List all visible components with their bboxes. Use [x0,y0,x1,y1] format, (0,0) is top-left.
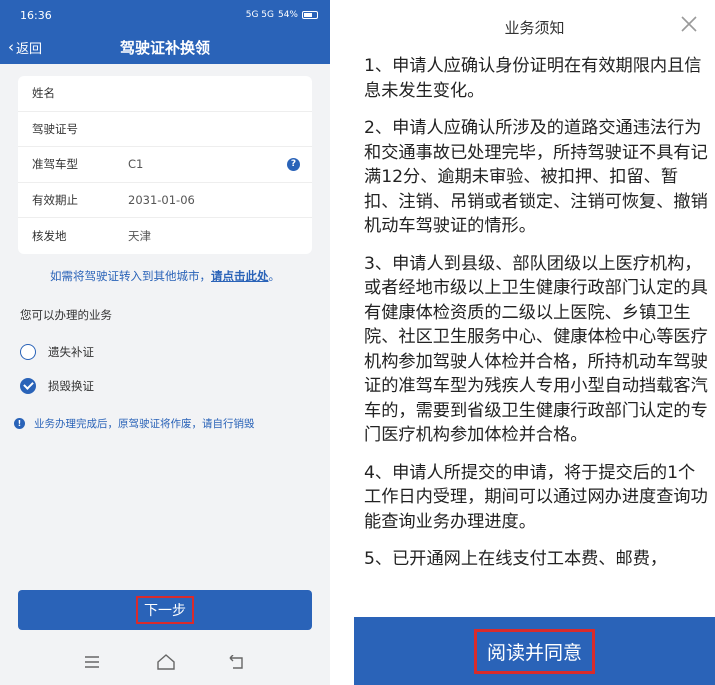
terms-paragraph: 5、已开通网上在线支付工本费、邮费， [364,549,668,569]
info-row-expiry: 有效期止 2031-01-06 [18,183,312,219]
chevron-left-icon: ‹ [8,38,14,56]
agree-button-label: 阅读并同意 [473,628,595,674]
next-button[interactable]: 下一步 [18,590,312,630]
option-lost-replacement[interactable]: 遗失补证 [0,336,330,368]
back-label: 返回 [16,41,43,57]
option-label: 损毁换证 [48,379,94,393]
terms-paragraph: 1、申请人应确认身份证明在有效期限内且信息未发生变化。 [364,56,702,101]
radio-checked-icon[interactable] [20,378,36,394]
app-bar: ‹ 返回 驾驶证补换领 [0,30,330,64]
home-icon[interactable] [154,650,178,674]
battery-icon [302,11,318,19]
help-icon[interactable]: ? [287,157,300,171]
agree-button[interactable]: 阅读并同意 [354,617,715,685]
close-icon[interactable] [677,12,701,36]
notice: ! 业务办理完成后，原驾驶证将作废，请自行销毁 [14,416,255,431]
dialog-header: 业务须知 [354,0,715,50]
info-row-license-number: 驾驶证号 [18,112,312,148]
license-info-card: 姓名 驾驶证号 准驾车型 C1 ? 有效期止 2031-01-06 核发地 天津 [18,76,312,254]
info-label: 姓名 [32,86,55,101]
info-value: 天津 [128,229,151,244]
business-section-title: 您可以办理的业务 [20,308,112,322]
page-title: 驾驶证补换领 [119,38,210,57]
dialog-title: 业务须知 [504,19,565,37]
battery-level: 54% [277,10,298,20]
terms-content: 1、申请人应确认身份证明在有效期限内且信息未发生变化。 2、申请人应确认所涉及的… [364,54,710,585]
transfer-text: 如需将驾驶证转入到其他城市， [50,269,211,283]
transfer-hint: 如需将驾驶证转入到其他城市，请点击此处。 [0,268,330,284]
terms-paragraph: 4、申请人所提交的申请，将于提交后的1个工作日内受理，期间可以通过网办进度查询功… [364,462,708,532]
signal-indicator: 5G 5G [245,10,274,20]
screenshot-root: 16:36 5G 5G 54% ‹ 返回 驾驶证补换领 姓名 驾驶证号 准驾车型… [0,0,715,685]
transfer-link[interactable]: 请点击此处 [211,269,269,283]
business-notice-dialog: 业务须知 1、申请人应确认身份证明在有效期限内且信息未发生变化。 2、申请人应确… [354,0,715,685]
info-label: 有效期止 [32,193,78,208]
info-row-vehicle-class: 准驾车型 C1 ? [18,147,312,183]
status-bar: 16:36 5G 5G 54% [0,0,330,30]
terms-paragraph: 3、申请人到县级、部队团级以上医疗机构，或者经地市级以上卫生健康行政部门认定的具… [364,253,708,446]
info-label: 核发地 [32,229,67,244]
info-row-name: 姓名 [18,76,312,112]
info-label: 驾驶证号 [32,121,78,136]
radio-unchecked-icon[interactable] [20,344,36,360]
status-time: 16:36 [20,8,52,22]
info-value: C1 [128,157,144,172]
info-icon: ! [14,418,25,429]
option-label: 遗失补证 [48,345,94,359]
info-value: 2031-01-06 [128,193,195,208]
license-replacement-screen: 16:36 5G 5G 54% ‹ 返回 驾驶证补换领 姓名 驾驶证号 准驾车型… [0,0,330,685]
transfer-end: 。 [268,269,281,283]
back-icon[interactable] [224,650,248,674]
option-damaged-replacement[interactable]: 损毁换证 [0,370,330,402]
info-row-issuing-place: 核发地 天津 [18,218,312,254]
menu-icon[interactable] [80,650,104,674]
next-button-label: 下一步 [136,596,194,624]
back-button[interactable]: ‹ 返回 [8,30,42,64]
notice-text: 业务办理完成后，原驾驶证将作废，请自行销毁 [34,418,255,430]
status-indicators: 5G 5G 54% [246,10,318,20]
system-nav-bar [0,640,330,685]
info-label: 准驾车型 [32,157,78,172]
terms-paragraph: 2、申请人应确认所涉及的道路交通违法行为和交通事故已处理完毕，所持驾驶证不具有记… [364,118,708,236]
